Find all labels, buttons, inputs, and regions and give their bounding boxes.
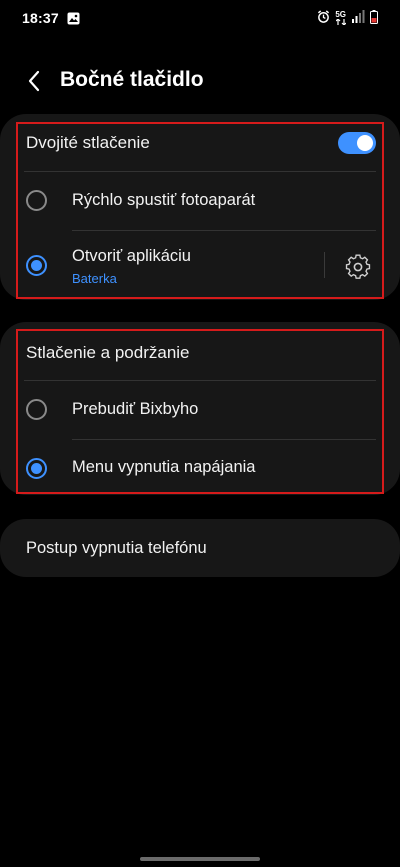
radio-wake-bixby[interactable] [26,399,47,420]
radio-open-app[interactable] [26,255,47,276]
battery-icon [370,9,378,27]
double-press-title: Dvojité stlačenie [26,133,150,152]
gear-icon [345,254,371,279]
option-power-menu[interactable]: Menu vypnutia napájania [0,440,400,494]
press-hold-header: Stlačenie a podržanie [0,331,400,375]
double-press-toggle[interactable] [338,132,376,154]
chevron-left-icon [28,70,40,92]
network-type: 5G [335,10,346,19]
option-open-app[interactable]: Otvoriť aplikáciu Baterka [0,231,400,295]
option-sublabel-app: Baterka [72,271,117,286]
press-hold-title: Stlačenie a podržanie [26,343,190,362]
option-label: Otvoriť aplikáciu [72,247,191,265]
radio-power-menu[interactable] [26,458,47,479]
page-title: Bočné tlačidlo [60,68,204,91]
radio-quick-camera[interactable] [26,190,47,211]
shutdown-procedure-card[interactable]: Postup vypnutia telefónu [0,519,400,577]
gallery-icon [67,12,80,25]
app-header: Bočné tlačidlo [0,58,400,104]
toggle-knob [357,135,373,151]
signal-icon [351,10,365,26]
app-settings-button[interactable] [343,252,373,282]
back-button[interactable] [18,65,50,97]
status-time: 18:37 [22,10,59,26]
status-bar: 18:37 5G [0,0,400,36]
option-label: Menu vypnutia napájania [72,458,256,476]
option-label: Rýchlo spustiť fotoaparát [72,191,256,209]
network-indicator: 5G [335,11,346,25]
option-label: Prebudiť Bixbyho [72,400,199,418]
shutdown-procedure-label: Postup vypnutia telefónu [26,539,207,557]
option-quick-camera[interactable]: Rýchlo spustiť fotoaparát [0,172,400,230]
alarm-icon [317,10,330,26]
vertical-divider [324,252,325,278]
option-wake-bixby[interactable]: Prebudiť Bixbyho [0,381,400,439]
navigation-handle[interactable] [140,857,260,861]
